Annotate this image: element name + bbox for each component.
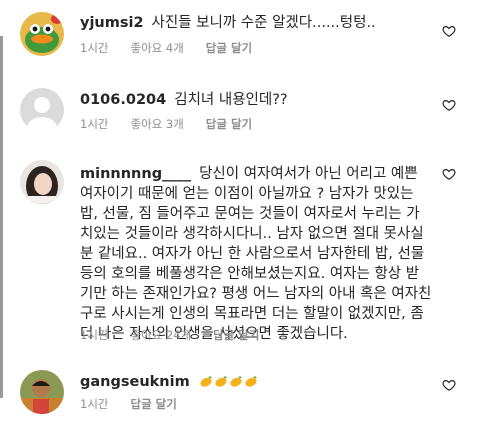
comment-time: 1시간 [80, 41, 109, 55]
comment-meta: 1시간 좋아요 3개 답글 달기 [80, 116, 274, 132]
comment-likes[interactable]: 좋아요 4개 [130, 41, 183, 55]
comment-time: 1시간 [80, 117, 109, 131]
reply-button[interactable]: 답글 달기 [213, 328, 259, 342]
heart-outline-icon[interactable] [442, 24, 456, 38]
comment-likes[interactable]: 좋아요 3개 [130, 117, 183, 131]
mango-emoji-icon [198, 374, 258, 390]
duck-avatar-icon[interactable] [20, 12, 64, 56]
comment-time: 1시간 [80, 328, 109, 342]
heart-outline-icon[interactable] [442, 167, 456, 181]
comment-text: 당신이 여자여서가 아닌 어리고 예쁜 여자이기 때문에 얻는 이점이 아닐까요… [80, 166, 432, 342]
comment-time: 1시간 [80, 397, 109, 411]
comment-username[interactable]: gangseuknim [80, 374, 190, 390]
scroll-indicator [0, 36, 3, 398]
heart-outline-icon[interactable] [442, 98, 456, 112]
comment-meta: 1시간 답글 달기 [80, 396, 199, 412]
comment-meta: 1시간 좋아요 4개 답글 달기 [80, 40, 274, 56]
comment-username[interactable]: 0106.0204 [80, 92, 166, 108]
reply-button[interactable]: 답글 달기 [206, 117, 252, 131]
comment-text: 사진들 보니까 수준 알겠다......텅텅.. [151, 15, 376, 31]
man-avatar-icon[interactable] [20, 370, 64, 414]
comment-likes[interactable]: 좋아요 24개 [130, 328, 191, 342]
heart-outline-icon[interactable] [442, 378, 456, 392]
comment-username[interactable]: minnnnng____ [80, 166, 191, 182]
comment-text: 김치녀 내용인데?? [174, 92, 288, 108]
comment-meta: 1시간 좋아요 24개 답글 달기 [80, 327, 281, 343]
woman-avatar-icon[interactable] [20, 160, 64, 204]
comment-username[interactable]: yjumsi2 [80, 15, 144, 31]
default-avatar-icon[interactable] [20, 88, 64, 132]
reply-button[interactable]: 답글 달기 [206, 41, 252, 55]
reply-button[interactable]: 답글 달기 [130, 397, 176, 411]
